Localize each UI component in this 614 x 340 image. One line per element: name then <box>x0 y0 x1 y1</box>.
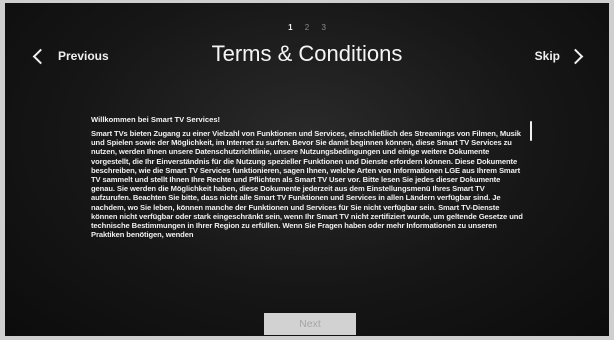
page-indicator-2: 2 <box>304 23 310 32</box>
chevron-right-icon <box>567 48 584 64</box>
header-bar: Previous Terms & Conditions Skip <box>5 41 609 77</box>
skip-button-label: Skip <box>534 49 560 63</box>
page-indicator: 1 2 3 <box>5 23 609 32</box>
terms-document[interactable]: Willkommen bei Smart TV Services! Smart … <box>91 115 523 295</box>
tv-screen: 1 2 3 Previous Terms & Conditions Skip W… <box>5 3 609 336</box>
document-body: Smart TVs bieten Zugang zu einer Vielzah… <box>91 129 523 240</box>
tv-frame: 1 2 3 Previous Terms & Conditions Skip W… <box>0 0 614 340</box>
skip-button[interactable]: Skip <box>534 48 584 64</box>
document-scrollbar[interactable] <box>530 121 532 141</box>
page-indicator-3: 3 <box>321 23 326 32</box>
document-heading: Willkommen bei Smart TV Services! <box>91 115 221 124</box>
page-indicator-1: 1 <box>288 23 293 32</box>
page-title: Terms & Conditions <box>211 41 403 66</box>
next-button[interactable]: Next <box>264 313 356 335</box>
